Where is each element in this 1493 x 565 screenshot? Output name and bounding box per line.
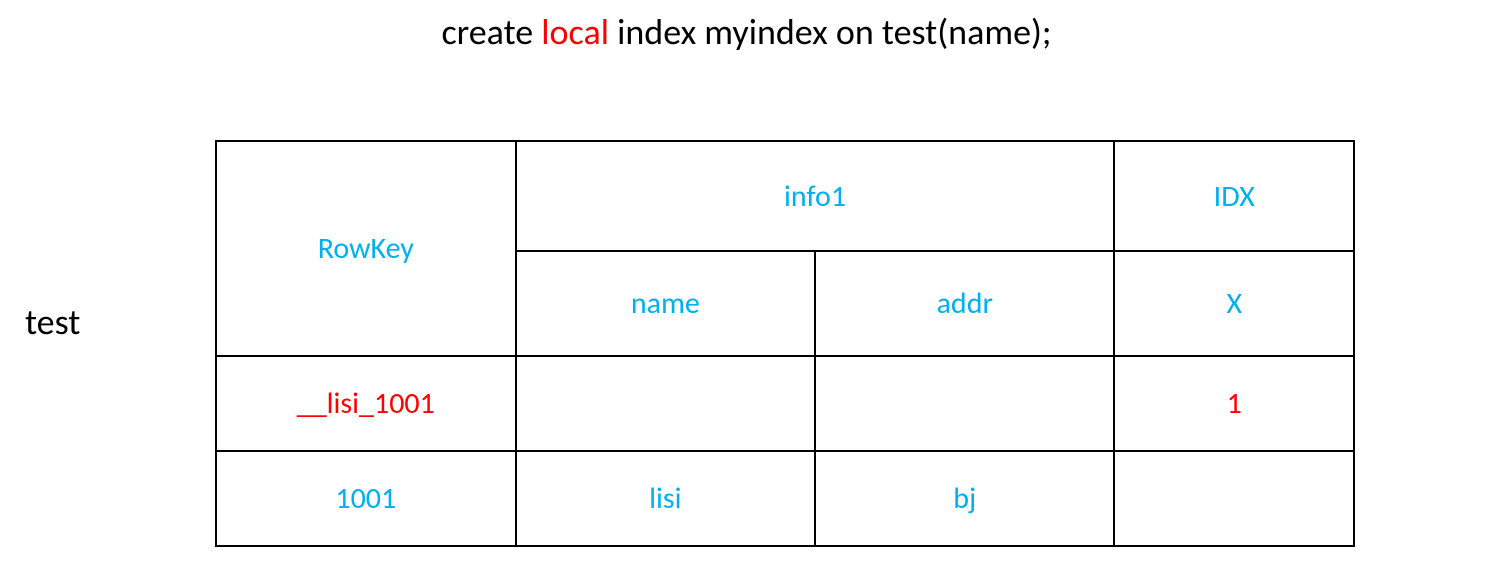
table-row: 1001 lisi bj <box>216 451 1354 546</box>
table-name-label: test <box>25 300 80 344</box>
sql-post: index myindex on test(name); <box>609 10 1052 54</box>
header-name: name <box>516 251 815 356</box>
cell-rowkey: __lisi_1001 <box>216 356 516 451</box>
cell-addr: bj <box>815 451 1114 546</box>
cell-name: lisi <box>516 451 815 546</box>
cell-addr <box>815 356 1114 451</box>
header-x: X <box>1114 251 1354 356</box>
cell-x: 1 <box>1114 356 1354 451</box>
header-rowkey: RowKey <box>216 141 516 356</box>
header-idx: IDX <box>1114 141 1354 251</box>
cell-rowkey: 1001 <box>216 451 516 546</box>
header-addr: addr <box>815 251 1114 356</box>
cell-name <box>516 356 815 451</box>
cell-x <box>1114 451 1354 546</box>
sql-pre: create <box>441 10 541 54</box>
table-row: __lisi_1001 1 <box>216 356 1354 451</box>
header-info1: info1 <box>516 141 1115 251</box>
data-table: RowKey info1 IDX name addr X __lisi_1001… <box>215 140 1355 547</box>
sql-statement: create local index myindex on test(name)… <box>0 10 1493 54</box>
sql-keyword: local <box>541 10 609 54</box>
